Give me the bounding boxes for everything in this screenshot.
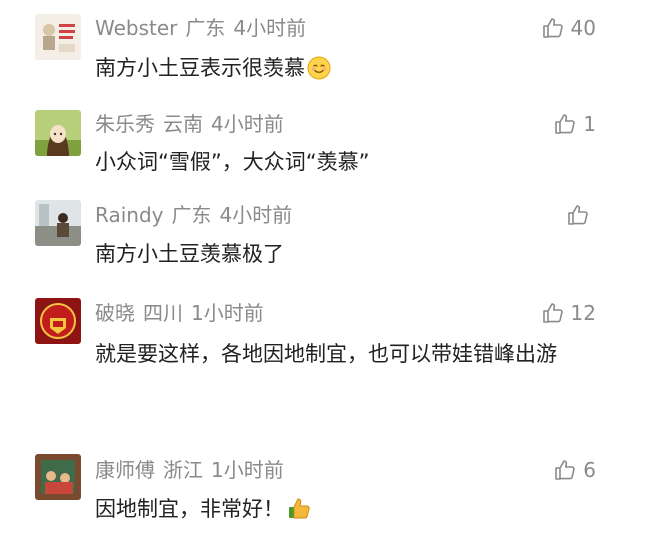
comment-meta: 破晓 四川 1小时前 <box>95 299 272 327</box>
like-button[interactable]: 6 <box>553 456 596 484</box>
comment-text: 就是要这样，各地因地制宜，也可以带娃错峰出游 <box>95 342 557 366</box>
user-location: 广东 <box>185 16 226 40</box>
avatar-image <box>35 200 81 246</box>
avatar-image <box>35 454 81 500</box>
user-name[interactable]: 康师傅 <box>95 458 155 482</box>
avatar[interactable] <box>35 454 81 500</box>
avatar[interactable] <box>35 298 81 344</box>
user-location: 广东 <box>171 203 212 227</box>
user-location: 云南 <box>163 112 203 136</box>
avatar-image <box>35 110 81 156</box>
user-location: 浙江 <box>163 458 203 482</box>
comment-text: 小众词“雪假”，大众词“羡慕” <box>95 150 370 174</box>
like-count: 12 <box>570 301 596 325</box>
comment-text: 因地制宜，非常好！ <box>95 491 615 527</box>
thumbs-up-icon <box>542 303 563 323</box>
comment-time: 4小时前 <box>233 16 307 40</box>
comment-time: 1小时前 <box>191 301 264 325</box>
comment-meta: Raindy 广东 4小时前 <box>95 201 300 229</box>
comment-meta: 康师傅 浙江 1小时前 <box>95 456 292 484</box>
thumbs-up-emoji-icon <box>289 498 310 519</box>
comment-time: 4小时前 <box>211 112 284 136</box>
comment-time: 4小时前 <box>219 203 293 227</box>
comment-time: 1小时前 <box>211 458 284 482</box>
avatar[interactable] <box>35 14 81 60</box>
comment-body: 因地制宜，非常好！ <box>95 497 284 521</box>
avatar-image <box>35 298 81 344</box>
like-count: 1 <box>583 112 596 136</box>
like-button[interactable] <box>566 201 596 229</box>
like-count: 6 <box>583 458 596 482</box>
user-name[interactable]: Raindy <box>95 203 163 227</box>
user-name[interactable]: Webster <box>95 16 177 40</box>
user-name[interactable]: 朱乐秀 <box>95 112 155 136</box>
comment-meta: Webster 广东 4小时前 <box>95 14 314 42</box>
thumbs-up-icon <box>555 460 576 480</box>
thumbs-up-icon <box>542 18 563 38</box>
user-location: 四川 <box>143 301 183 325</box>
user-name[interactable]: 破晓 <box>95 301 135 325</box>
thumbs-up-icon <box>568 205 588 225</box>
like-button[interactable]: 12 <box>541 299 596 327</box>
avatar[interactable] <box>35 110 81 156</box>
comment-text: 南方小土豆羡慕极了 <box>95 242 284 266</box>
smiling-face-emoji-icon <box>307 56 331 80</box>
avatar-image <box>35 14 81 60</box>
like-count: 40 <box>570 16 596 40</box>
like-button[interactable]: 1 <box>553 110 596 138</box>
comment-body: 南方小土豆表示很羡慕 <box>95 56 305 80</box>
avatar[interactable] <box>35 200 81 246</box>
thumbs-up-icon <box>555 114 576 134</box>
comment-text: 南方小土豆表示很羡慕 <box>95 50 615 86</box>
comment-meta: 朱乐秀 云南 4小时前 <box>95 110 292 138</box>
like-button[interactable]: 40 <box>541 14 596 42</box>
